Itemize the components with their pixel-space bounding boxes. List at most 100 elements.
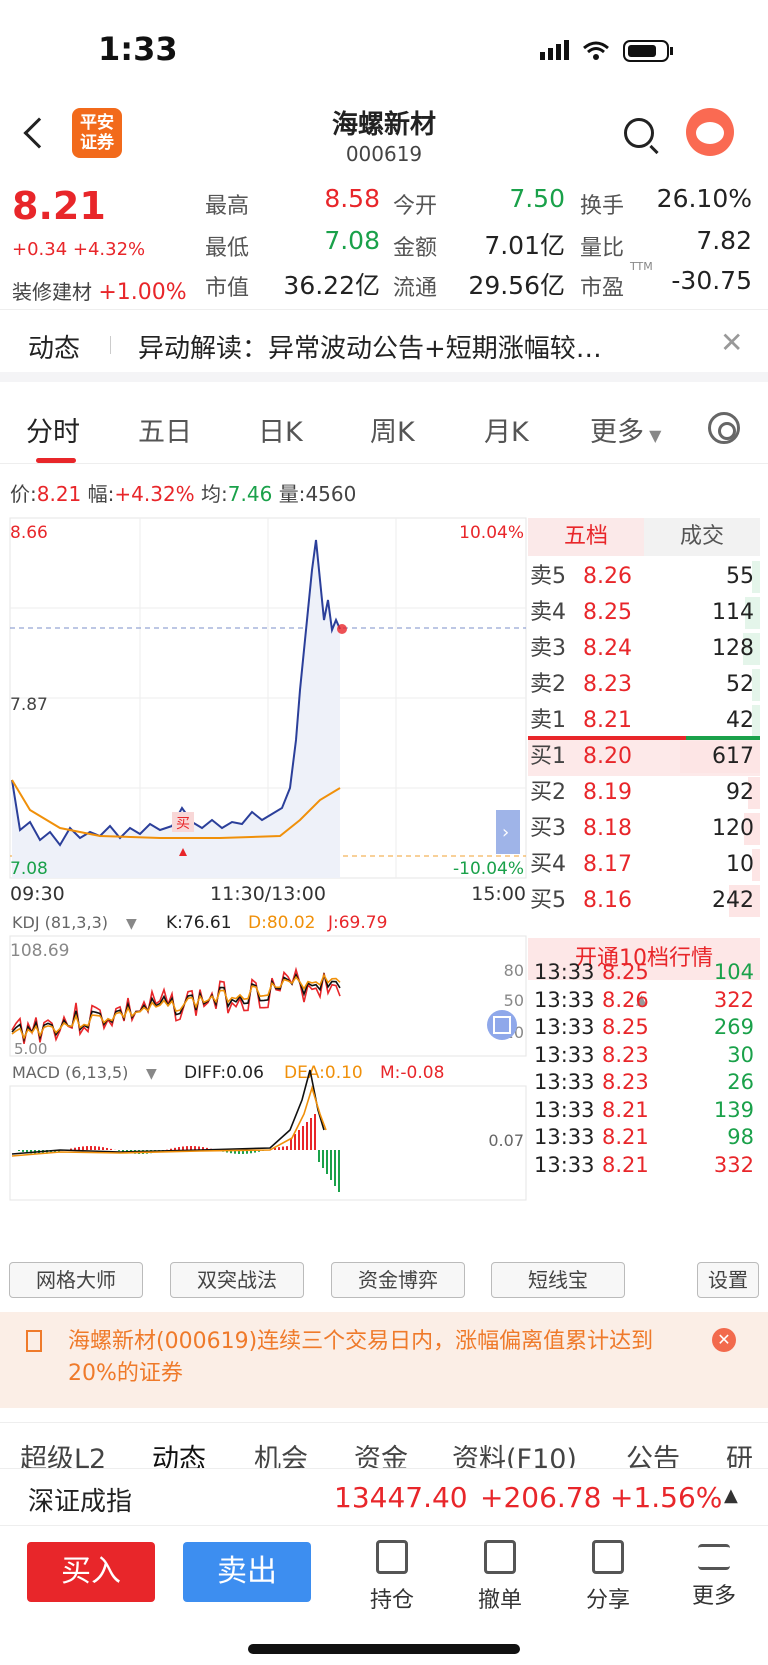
kdj-k-line	[11, 972, 341, 1043]
macd-bar	[322, 1150, 324, 1168]
index-change: +206.78	[480, 1481, 602, 1514]
macd-bar	[90, 1146, 92, 1150]
news-banner[interactable]: 动态 异动解读：异常波动公告+短期涨幅较… ✕	[0, 312, 768, 382]
avg-label: 均:	[201, 482, 228, 506]
tab-more[interactable]: 更多 ▼	[590, 410, 661, 449]
order-vol: 242	[712, 888, 754, 913]
grid-master-button[interactable]: 网格大师	[9, 1262, 143, 1298]
order-label: 买2	[530, 780, 566, 805]
ask-row[interactable]: 卖2 8.23 52	[528, 666, 760, 704]
tab-announcements[interactable]: 公告	[626, 1437, 680, 1468]
avatar[interactable]	[686, 108, 734, 156]
intraday-chart[interactable]: 买 8.66 7.87 7.08 10.04% -10.04% › 09:30 …	[0, 510, 528, 1256]
search-icon[interactable]	[624, 118, 654, 148]
double-break-button[interactable]: 双突战法	[170, 1262, 304, 1298]
macd-bar	[294, 1134, 296, 1150]
order-vol: 92	[726, 780, 754, 805]
macd-title[interactable]: MACD (6,13,5)	[12, 1063, 128, 1082]
quote-field-value: 7.50	[509, 184, 565, 213]
tick-price: 8.23	[602, 1042, 649, 1067]
quote-field-value: 7.01亿	[484, 231, 565, 260]
news-text[interactable]: 异动解读：异常波动公告+短期涨幅较…	[138, 328, 698, 365]
tick-time: 13:33	[534, 1125, 595, 1149]
quote-field-value: -30.75	[671, 266, 752, 295]
bid-row[interactable]: 买2 8.19 92	[528, 774, 760, 812]
tick-time: 13:33	[534, 1152, 595, 1177]
buy-button[interactable]: 买入	[27, 1542, 155, 1602]
order-label: 卖5	[530, 564, 566, 589]
home-indicator	[248, 1644, 520, 1654]
quote-field-label: 市值	[205, 276, 250, 301]
bid-row[interactable]: 买3 8.18 120	[528, 810, 760, 848]
gear-icon[interactable]	[708, 412, 740, 444]
close-icon[interactable]: ✕	[720, 326, 743, 359]
order-price: 8.19	[583, 780, 632, 805]
cancel-order-button[interactable]: 撤单	[460, 1540, 540, 1614]
tab-trades[interactable]: 成交	[644, 518, 760, 556]
positions-button[interactable]: 持仓	[352, 1540, 432, 1614]
sector-info[interactable]: 装修建材 +1.00%	[12, 276, 187, 305]
sell-button[interactable]: 卖出	[183, 1542, 311, 1602]
tab-opportunity[interactable]: 机会	[254, 1437, 308, 1468]
speaker-icon	[26, 1330, 42, 1352]
macd-bar	[182, 1146, 184, 1150]
kdj-title[interactable]: KDJ (81,3,3)	[12, 913, 108, 932]
tick-price: 8.21	[602, 1097, 649, 1122]
macd-bar	[22, 1150, 24, 1152]
tab-news[interactable]: 动态	[152, 1437, 206, 1468]
news-tag: 动态	[28, 334, 81, 364]
tick-vol: 269	[713, 1015, 754, 1039]
x-mid-label: 11:30/13:00	[210, 883, 326, 905]
tab-monthly-k[interactable]: 月K	[484, 410, 529, 449]
tab-weekly-k[interactable]: 周K	[370, 410, 415, 449]
close-icon[interactable]: ✕	[712, 1328, 736, 1352]
alert-notice[interactable]: 海螺新材(000619)连续三个交易日内，涨幅偏离值累计达到20%的证券 ✕	[0, 1312, 768, 1408]
trade-tick-row: 13:33 8.21 139	[528, 1098, 760, 1127]
short-line-button[interactable]: 短线宝	[491, 1262, 625, 1298]
tab-intraday[interactable]: 分时	[26, 410, 80, 449]
order-label: 买1	[530, 744, 566, 769]
ask-row[interactable]: 卖3 8.24 128	[528, 630, 760, 668]
fund-game-button[interactable]: 资金博弈	[331, 1262, 465, 1298]
ask-row[interactable]: 卖5 8.26 55	[528, 558, 760, 596]
tab-five-level[interactable]: 五档	[528, 518, 644, 556]
divider	[110, 336, 111, 354]
bid-row[interactable]: 买1 8.20 617	[528, 738, 760, 776]
macd-bar	[74, 1147, 76, 1150]
share-label: 分享	[585, 1588, 630, 1613]
macd-bar	[98, 1146, 100, 1150]
ask-row[interactable]: 卖1 8.21 42	[528, 702, 760, 740]
tab-l2[interactable]: 超级L2	[20, 1437, 106, 1468]
chevron-down-icon: ▼	[644, 426, 662, 445]
macd-bar	[86, 1146, 88, 1150]
bid-row[interactable]: 买5 8.16 242	[528, 882, 760, 920]
more-button[interactable]: 更多	[674, 1540, 754, 1610]
tab-daily-k[interactable]: 日K	[258, 410, 303, 449]
kdj-k: K:76.61	[166, 913, 232, 933]
macd-dea: DEA:0.10	[284, 1063, 363, 1083]
macd-bar	[174, 1147, 176, 1150]
macd-panel-frame	[9, 1085, 527, 1201]
macd-bar	[106, 1147, 108, 1150]
index-ticker[interactable]: 深证成指 13447.40 +206.78 +1.56% ▲	[0, 1468, 768, 1526]
price-change: +0.34 +4.32%	[12, 239, 146, 260]
settings-button[interactable]: 设置	[697, 1262, 759, 1298]
tab-funds[interactable]: 资金	[354, 1437, 408, 1468]
order-vol: 617	[712, 744, 754, 769]
trade-tick-row: 13:33 8.23 30	[528, 1043, 760, 1072]
trade-tick-row: 13:33 8.23 26	[528, 1070, 760, 1099]
caret-up-icon[interactable]: ▲	[724, 1485, 738, 1506]
chevron-down-icon: ▼	[126, 916, 137, 932]
share-button[interactable]: 分享	[568, 1540, 648, 1614]
trade-tick-row: 13:33 8.25 269	[528, 1015, 760, 1044]
tab-five-day[interactable]: 五日	[138, 410, 192, 449]
tick-vol: 332	[713, 1152, 754, 1177]
tab-f10[interactable]: 资料(F10)	[452, 1437, 577, 1468]
bid-row[interactable]: 买4 8.17 10	[528, 846, 760, 884]
status-icons	[540, 40, 673, 62]
ask-row[interactable]: 卖4 8.25 114	[528, 594, 760, 632]
kdj-bottom-label: 5.00	[14, 1040, 47, 1058]
macd-bar	[94, 1146, 96, 1150]
zoom-button[interactable]	[487, 1010, 517, 1040]
tab-research[interactable]: 研报	[726, 1437, 768, 1468]
